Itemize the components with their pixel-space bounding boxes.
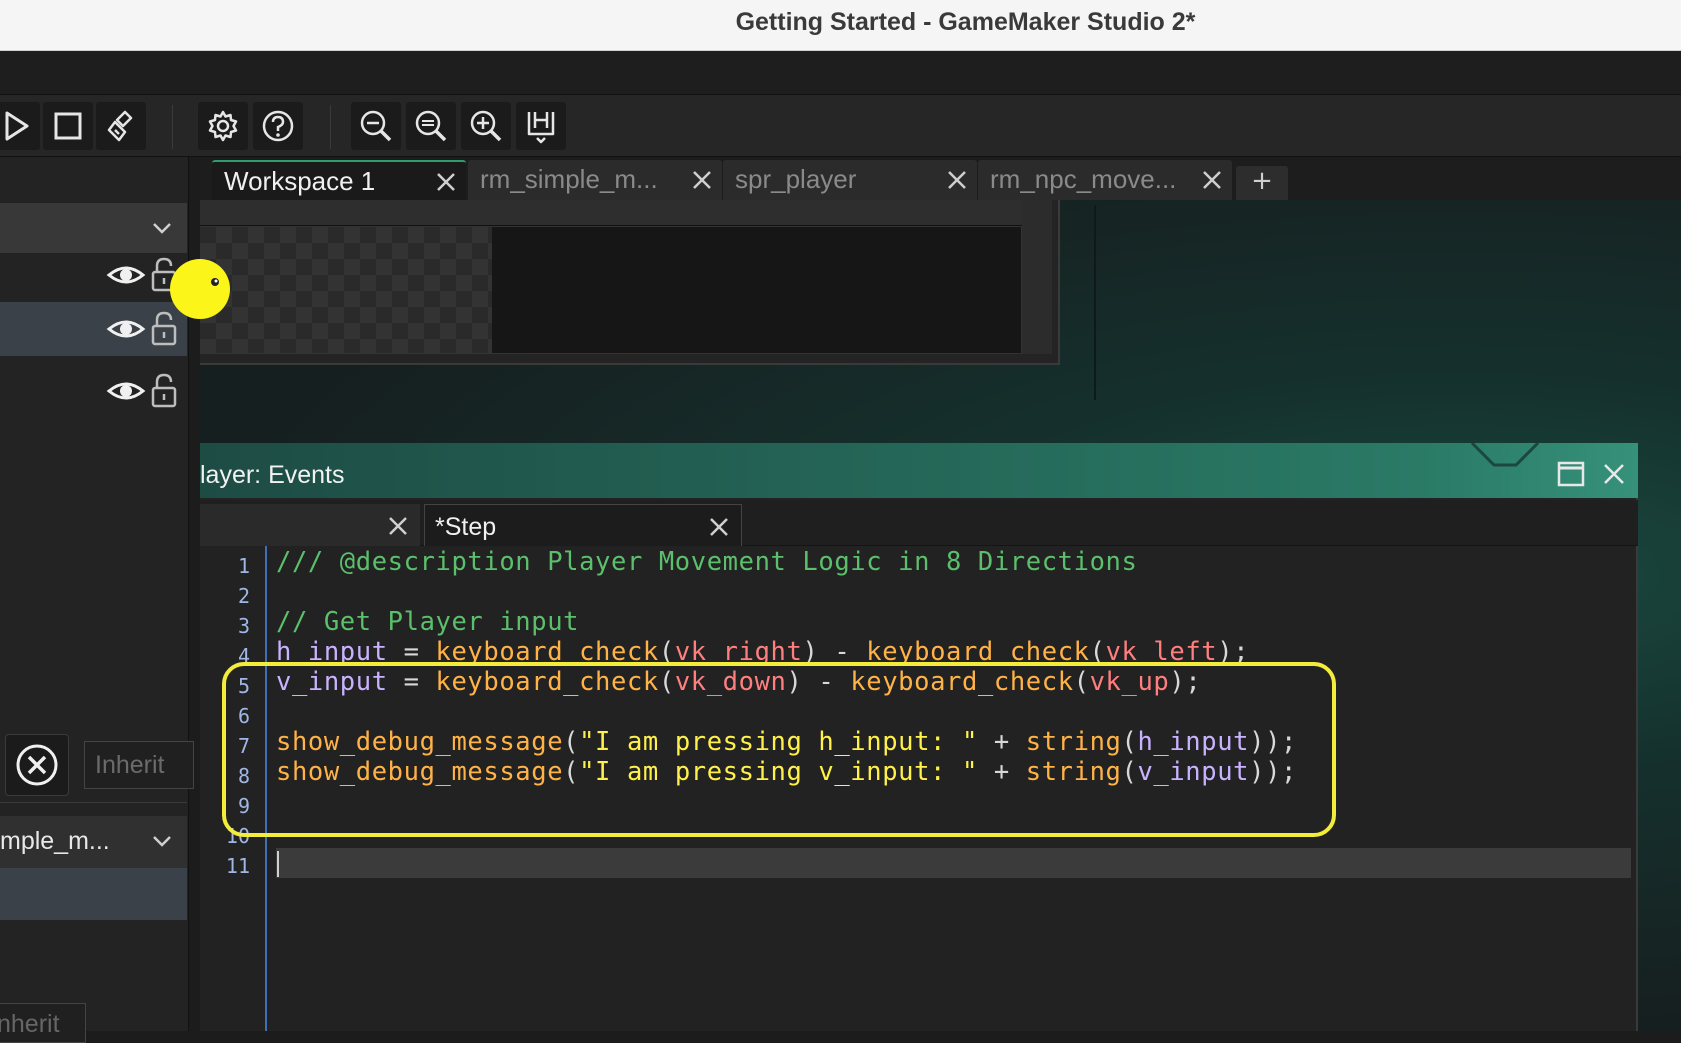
brush-icon xyxy=(107,110,133,142)
window-title: Getting Started - GameMaker Studio 2* xyxy=(735,8,1196,36)
connector-line xyxy=(1094,205,1096,400)
fit-icon xyxy=(527,112,555,144)
add-tab-button[interactable]: + xyxy=(1236,166,1288,200)
clean-button[interactable] xyxy=(96,102,146,150)
zoom-reset-button[interactable] xyxy=(406,102,456,150)
close-icon[interactable] xyxy=(690,168,714,192)
line-number: 11 xyxy=(225,854,250,878)
zoom-out-button[interactable] xyxy=(351,102,401,150)
sprite-frame[interactable] xyxy=(170,227,492,353)
help-button[interactable] xyxy=(253,102,303,150)
layers-dropdown[interactable] xyxy=(0,203,187,253)
toolbar xyxy=(0,95,1681,157)
title-bar: Getting Started - GameMaker Studio 2* xyxy=(0,0,1681,51)
collapse-notch-icon[interactable] xyxy=(1470,443,1540,473)
line-number: 2 xyxy=(237,584,250,608)
line-number: 1 xyxy=(237,554,250,578)
text-caret xyxy=(277,851,279,877)
tab-workspace-1[interactable]: Workspace 1 xyxy=(212,160,466,200)
delete-layer-button[interactable] xyxy=(5,734,69,796)
room-dropdown-value: mple_m... xyxy=(0,827,110,855)
tab-label: *Step xyxy=(435,513,497,541)
code-line[interactable]: /// @description Player Movement Logic i… xyxy=(276,547,1137,577)
current-line-highlight xyxy=(276,848,1631,878)
inherit-field[interactable]: nherit xyxy=(0,1003,86,1043)
chevron-down-icon xyxy=(153,223,171,234)
close-icon[interactable] xyxy=(1200,168,1224,192)
zoom-out-icon xyxy=(360,110,392,142)
line-number: 3 xyxy=(237,614,250,638)
close-icon[interactable] xyxy=(1600,460,1628,488)
tab-label: Workspace 1 xyxy=(224,166,376,196)
close-icon[interactable] xyxy=(945,168,969,192)
tab-rm-simple-movement[interactable]: rm_simple_m... xyxy=(468,160,722,200)
chevron-down-icon xyxy=(153,836,171,847)
fit-button[interactable] xyxy=(516,102,566,150)
events-window-titlebar[interactable]: layer: Events xyxy=(200,443,1638,498)
zoom-in-button[interactable] xyxy=(461,102,511,150)
zoom-in-icon xyxy=(470,110,502,142)
lock-icon[interactable] xyxy=(150,372,178,408)
code-line[interactable]: // Get Player input xyxy=(276,607,579,637)
eye-icon[interactable] xyxy=(106,259,146,291)
tab-label: spr_player xyxy=(735,164,857,194)
eye-icon[interactable] xyxy=(106,375,146,407)
eye-icon[interactable] xyxy=(106,313,146,345)
tab-label: rm_simple_m... xyxy=(480,164,658,194)
selected-list-item[interactable] xyxy=(0,868,187,920)
workspace-tab-strip: Workspace 1 rm_simple_m... spr_player rm… xyxy=(200,160,1681,200)
toolbar-separator xyxy=(330,105,331,149)
player-sprite-image xyxy=(170,259,230,319)
gear-icon xyxy=(208,110,238,142)
layer-row-selected[interactable] xyxy=(0,302,187,356)
close-icon[interactable] xyxy=(707,515,731,539)
event-tab-strip: *Step xyxy=(200,500,1638,546)
play-icon xyxy=(5,111,29,141)
divider xyxy=(0,802,187,803)
events-window-title: layer: Events xyxy=(200,461,345,489)
close-icon[interactable] xyxy=(386,514,410,538)
maximize-icon[interactable] xyxy=(1556,460,1586,488)
sprite-editor-header xyxy=(200,200,1022,226)
close-icon[interactable] xyxy=(434,170,458,194)
room-dropdown[interactable]: mple_m... xyxy=(0,816,187,868)
preferences-button[interactable] xyxy=(198,102,248,150)
code-comment: /// @description Player Movement Logic i… xyxy=(276,547,1138,577)
event-tab[interactable] xyxy=(200,504,420,546)
inherit-field[interactable]: Inherit xyxy=(84,741,194,789)
tab-step-event[interactable]: *Step xyxy=(424,504,742,546)
code-highlight-box xyxy=(222,662,1336,837)
scrollbar[interactable] xyxy=(1022,200,1052,354)
code-comment: // Get Player input xyxy=(276,607,580,637)
menu-bar xyxy=(0,51,1681,95)
toolbar-separator xyxy=(172,105,173,149)
layer-row[interactable] xyxy=(0,364,187,418)
zoom-reset-icon xyxy=(415,110,447,142)
stop-icon xyxy=(54,112,82,140)
tab-rm-npc-movement[interactable]: rm_npc_move... xyxy=(978,160,1232,200)
layer-row[interactable] xyxy=(0,248,187,302)
tab-label: rm_npc_move... xyxy=(990,164,1177,194)
close-circle-icon xyxy=(16,744,58,786)
tab-spr-player[interactable]: spr_player xyxy=(723,160,977,200)
help-icon xyxy=(262,110,294,142)
stop-button[interactable] xyxy=(43,102,93,150)
run-button[interactable] xyxy=(0,102,40,150)
